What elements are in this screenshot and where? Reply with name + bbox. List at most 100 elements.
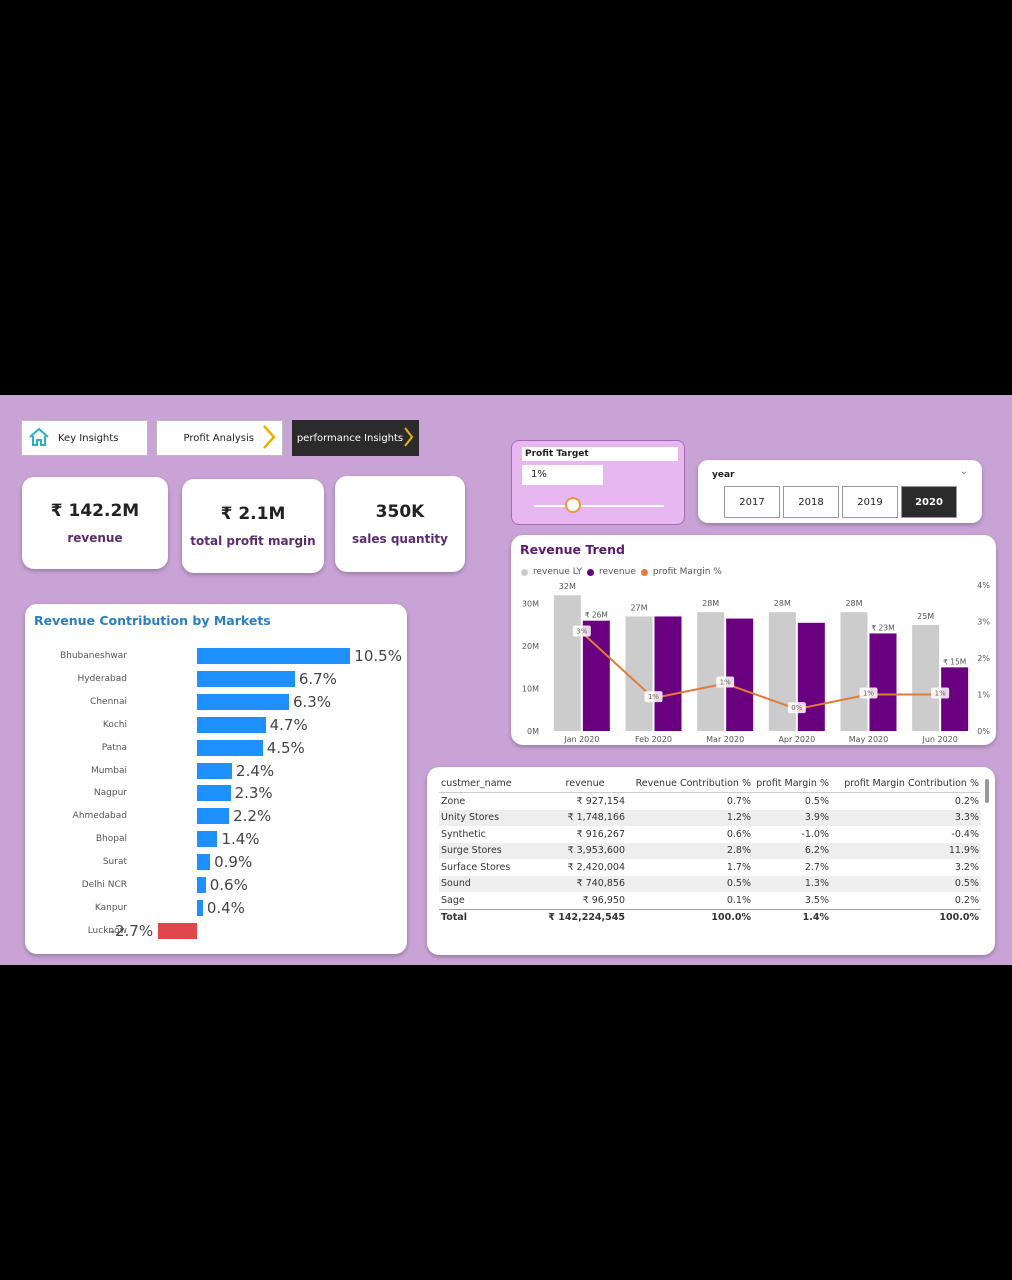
kpi-profit-margin-label: total profit margin xyxy=(190,534,316,548)
x-axis-label: May 2020 xyxy=(849,735,888,744)
kpi-sales-quantity-card: 350K sales quantity xyxy=(335,476,465,572)
revenue-bar xyxy=(941,667,969,731)
year-2018-button[interactable]: 2018 xyxy=(783,486,839,518)
cell-profit-margin-contribution: -0.4% xyxy=(951,828,979,840)
market-bar[interactable] xyxy=(197,831,218,848)
year-filter-label: year xyxy=(712,470,735,480)
header-customer-name[interactable]: custmer_name xyxy=(439,775,543,793)
cell-profit-margin: 6.2% xyxy=(753,842,831,859)
revenue-bar xyxy=(654,616,682,731)
year-2019-button[interactable]: 2019 xyxy=(842,486,898,518)
market-bar[interactable] xyxy=(197,716,266,733)
cell-revenue: ₹ 916,267 xyxy=(576,828,625,840)
market-bar[interactable] xyxy=(197,693,289,710)
market-bar[interactable] xyxy=(197,648,351,664)
cell-customer-name: Sage xyxy=(441,894,465,906)
profit-target-input[interactable]: 1% xyxy=(522,465,603,485)
nav-performance-insights-button[interactable]: performance Insights xyxy=(292,420,419,456)
nav-profit-analysis-button[interactable]: Profit Analysis xyxy=(156,420,283,456)
market-label: Kochi xyxy=(102,719,127,730)
year-2020-button[interactable]: 2020 xyxy=(901,486,957,518)
market-value-label: 0.4% xyxy=(206,898,245,917)
market-bar[interactable] xyxy=(197,739,263,756)
market-bar[interactable] xyxy=(197,785,231,802)
cell-profit-margin-contribution: 0.2% xyxy=(954,795,979,807)
market-bar[interactable] xyxy=(197,670,295,687)
revenue-ly-bar xyxy=(625,616,653,731)
market-bar[interactable] xyxy=(197,877,206,893)
revenue-bar xyxy=(797,622,825,731)
kpi-sales-quantity-value: 350K xyxy=(375,502,425,522)
header-profit-margin-contribution[interactable]: profit Margin Contribution % xyxy=(831,775,981,793)
total-revenue-contribution: 100.0% xyxy=(711,912,751,924)
year-2017-button[interactable]: 2017 xyxy=(724,486,780,518)
revenue-label: ₹ 23M xyxy=(871,623,894,632)
market-value-label: 2.4% xyxy=(236,761,275,780)
market-value-label: 4.7% xyxy=(269,715,308,734)
table-total-row: Total ₹ 142,224,545 100.0% 1.4% 100.0% xyxy=(439,909,981,926)
kpi-profit-margin-card: ₹ 2.1M total profit margin xyxy=(182,479,324,573)
market-label: Ahmedabad xyxy=(72,811,127,822)
cell-revenue: ₹ 96,950 xyxy=(582,894,625,906)
table-row[interactable]: Surface Stores ₹ 2,420,004 1.7% 2.7% 3.2% xyxy=(439,859,981,876)
year-filter-panel: year ⌄ 2017 2018 2019 2020 xyxy=(698,460,982,523)
market-bar[interactable] xyxy=(197,762,233,779)
profit-margin-label: 1% xyxy=(720,679,731,687)
header-revenue-contribution[interactable]: Revenue Contribution % xyxy=(627,775,753,793)
y-right-tick: 1% xyxy=(977,691,990,700)
cell-profit-margin: 3.5% xyxy=(804,894,829,906)
market-value-label: 4.5% xyxy=(266,738,305,757)
table-row[interactable]: Unity Stores ₹ 1,748,166 1.2% 3.9% 3.3% xyxy=(439,809,981,826)
market-label: Nagpur xyxy=(93,788,127,799)
market-value-label: 1.4% xyxy=(221,830,260,849)
nav-key-insights-button[interactable]: Key Insights xyxy=(21,420,148,456)
market-bar[interactable] xyxy=(157,922,197,939)
revenue-ly-bar xyxy=(697,612,725,731)
market-label: Delhi NCR xyxy=(81,880,127,890)
market-value-label: 6.7% xyxy=(298,669,337,688)
header-profit-margin[interactable]: profit Margin % xyxy=(753,775,831,793)
kpi-revenue-label: revenue xyxy=(67,531,123,545)
y-right-tick: 2% xyxy=(977,654,990,663)
cell-revenue-contribution: 0.1% xyxy=(726,894,751,906)
header-revenue[interactable]: revenue xyxy=(543,775,627,793)
y-right-tick: 4% xyxy=(977,581,990,590)
market-label: Bhopal xyxy=(95,834,127,845)
profit-margin-label: 3% xyxy=(576,627,587,635)
kpi-revenue-value: ₹ 142.2M xyxy=(50,501,140,521)
profit-target-slider-handle[interactable] xyxy=(565,497,581,513)
market-label: Chennai xyxy=(90,696,127,707)
chevron-down-icon[interactable]: ⌄ xyxy=(960,466,968,477)
scrollbar[interactable] xyxy=(985,779,989,803)
table-row[interactable]: Surge Stores ₹ 3,953,600 2.8% 6.2% 11.9% xyxy=(439,842,981,859)
table-row[interactable]: Synthetic ₹ 916,267 0.6% -1.0% -0.4% xyxy=(439,826,981,843)
revenue-bar xyxy=(726,618,754,731)
customer-table: custmer_name revenue Revenue Contributio… xyxy=(439,775,981,926)
x-axis-label: Jun 2020 xyxy=(921,735,957,744)
table-row[interactable]: Sage ₹ 96,950 0.1% 3.5% 0.2% xyxy=(439,892,981,909)
revenue-bar xyxy=(869,633,897,731)
revenue-ly-label: 28M xyxy=(702,599,719,608)
cell-revenue: ₹ 740,856 xyxy=(543,875,627,892)
market-label: Mumbai xyxy=(91,765,127,776)
chevron-right-icon xyxy=(262,424,276,453)
cell-customer-name: Synthetic xyxy=(441,828,486,840)
revenue-ly-label: 32M xyxy=(559,582,576,591)
cell-revenue-contribution: 1.7% xyxy=(726,861,751,873)
y-right-tick: 0% xyxy=(977,727,990,736)
revenue-trend-chart: 30M 20M 10M 0M 4% 3% 2% 1% 0% 32M ₹ 26M Jan 2020 27M… xyxy=(522,581,990,744)
revenue-ly-bar xyxy=(840,612,868,731)
profit-margin-label: 1% xyxy=(648,693,659,701)
y-left-tick: 10M xyxy=(522,685,539,694)
revenue-ly-bar xyxy=(768,612,796,731)
market-bar[interactable] xyxy=(197,808,230,825)
market-bar[interactable] xyxy=(197,854,211,871)
revenue-ly-label: 27M xyxy=(630,603,647,612)
profit-target-slider-track[interactable] xyxy=(534,505,664,507)
table-body: Zone ₹ 927,154 0.7% 0.5% 0.2% Unity Stores ₹ 1… xyxy=(439,793,981,910)
table-row[interactable]: Zone ₹ 927,154 0.7% 0.5% 0.2% xyxy=(439,793,981,810)
table-row[interactable]: Sound ₹ 740,856 0.5% 1.3% 0.5% xyxy=(439,875,981,892)
markets-plot-area: Bhubaneshwar 10.5% Hyderabad 6.7% Chennai 6.3… xyxy=(25,604,407,954)
market-bar[interactable] xyxy=(197,899,203,916)
market-label: Patna xyxy=(101,742,127,753)
